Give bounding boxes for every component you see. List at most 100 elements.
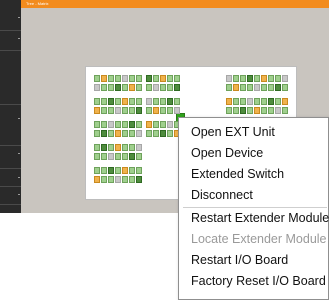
port-slot[interactable] <box>129 75 135 82</box>
sidebar-item-2[interactable] <box>0 33 21 45</box>
port-slot[interactable] <box>240 98 246 105</box>
port-slot[interactable] <box>247 84 253 91</box>
port-slot[interactable] <box>136 84 142 91</box>
port-slot[interactable] <box>153 121 159 128</box>
port-slot[interactable] <box>282 98 288 105</box>
port-slot[interactable] <box>275 107 281 114</box>
port-slot[interactable] <box>167 107 173 114</box>
port-slot[interactable] <box>160 98 166 105</box>
port-slot[interactable] <box>146 121 152 128</box>
port-slot[interactable] <box>153 98 159 105</box>
port-slot[interactable] <box>94 176 100 183</box>
port-slot[interactable] <box>174 107 180 114</box>
port-slot[interactable] <box>282 84 288 91</box>
port-slot[interactable] <box>254 75 260 82</box>
port-slot[interactable] <box>94 130 100 137</box>
port-slot[interactable] <box>108 167 114 174</box>
port-slot[interactable] <box>108 84 114 91</box>
port-slot[interactable] <box>167 75 173 82</box>
port-slot[interactable] <box>129 84 135 91</box>
port-slot[interactable] <box>167 84 173 91</box>
sidebar-item-3[interactable] <box>0 113 21 125</box>
menu-item-factory-reset-io-board[interactable]: Factory Reset I/O Board <box>191 273 326 289</box>
port-slot[interactable] <box>94 121 100 128</box>
port-slot[interactable] <box>122 98 128 105</box>
port-slot[interactable] <box>101 107 107 114</box>
port-slot[interactable] <box>233 75 239 82</box>
port-slot[interactable] <box>94 153 100 160</box>
port-slot[interactable] <box>254 107 260 114</box>
menu-item-open-ext-unit[interactable]: Open EXT Unit <box>191 124 275 140</box>
port-slot[interactable] <box>129 153 135 160</box>
sidebar-item-5[interactable] <box>0 172 21 184</box>
port-slot[interactable] <box>153 84 159 91</box>
menu-item-restart-extender-module[interactable]: Restart Extender Module <box>191 210 329 226</box>
port-slot[interactable] <box>174 98 180 105</box>
port-slot[interactable] <box>233 84 239 91</box>
port-slot[interactable] <box>282 75 288 82</box>
port-slot[interactable] <box>268 98 274 105</box>
port-slot[interactable] <box>167 98 173 105</box>
port-slot[interactable] <box>160 75 166 82</box>
port-slot[interactable] <box>108 75 114 82</box>
port-slot[interactable] <box>129 167 135 174</box>
port-slot[interactable] <box>122 107 128 114</box>
port-slot[interactable] <box>153 130 159 137</box>
port-slot[interactable] <box>275 84 281 91</box>
port-slot[interactable] <box>136 153 142 160</box>
port-slot[interactable] <box>160 130 166 137</box>
port-slot[interactable] <box>101 176 107 183</box>
port-slot[interactable] <box>115 130 121 137</box>
port-slot[interactable] <box>94 144 100 151</box>
port-slot[interactable] <box>240 84 246 91</box>
port-slot[interactable] <box>136 121 142 128</box>
port-slot[interactable] <box>108 98 114 105</box>
sidebar-subitems[interactable] <box>0 64 21 90</box>
port-slot[interactable] <box>122 167 128 174</box>
port-slot[interactable] <box>129 98 135 105</box>
port-slot[interactable] <box>146 84 152 91</box>
sidebar-item-4[interactable] <box>0 148 21 160</box>
port-slot[interactable] <box>115 176 121 183</box>
port-slot[interactable] <box>226 84 232 91</box>
port-slot[interactable] <box>240 75 246 82</box>
port-slot[interactable] <box>167 121 173 128</box>
port-slot[interactable] <box>115 121 121 128</box>
port-slot[interactable] <box>101 153 107 160</box>
port-slot[interactable] <box>129 176 135 183</box>
port-slot[interactable] <box>122 121 128 128</box>
port-slot[interactable] <box>101 75 107 82</box>
menu-item-disconnect[interactable]: Disconnect <box>191 187 253 203</box>
port-slot[interactable] <box>108 144 114 151</box>
port-slot[interactable] <box>115 153 121 160</box>
port-slot[interactable] <box>136 167 142 174</box>
port-slot[interactable] <box>146 107 152 114</box>
port-slot[interactable] <box>160 121 166 128</box>
port-slot[interactable] <box>122 130 128 137</box>
sidebar-item-1[interactable] <box>0 12 21 24</box>
port-slot[interactable] <box>146 75 152 82</box>
port-slot[interactable] <box>115 144 121 151</box>
port-slot[interactable] <box>101 144 107 151</box>
port-slot[interactable] <box>101 130 107 137</box>
port-slot[interactable] <box>261 75 267 82</box>
port-slot[interactable] <box>122 176 128 183</box>
port-slot[interactable] <box>115 75 121 82</box>
port-slot[interactable] <box>261 107 267 114</box>
port-slot[interactable] <box>153 107 159 114</box>
port-slot[interactable] <box>153 75 159 82</box>
port-slot[interactable] <box>268 107 274 114</box>
port-slot[interactable] <box>226 98 232 105</box>
port-slot[interactable] <box>129 121 135 128</box>
port-slot[interactable] <box>108 121 114 128</box>
port-slot[interactable] <box>136 107 142 114</box>
port-slot[interactable] <box>254 98 260 105</box>
port-slot[interactable] <box>146 98 152 105</box>
port-slot[interactable] <box>226 107 232 114</box>
port-slot[interactable] <box>226 75 232 82</box>
port-slot[interactable] <box>275 75 281 82</box>
port-slot[interactable] <box>282 107 288 114</box>
port-slot[interactable] <box>247 98 253 105</box>
port-slot[interactable] <box>261 98 267 105</box>
port-slot[interactable] <box>129 130 135 137</box>
